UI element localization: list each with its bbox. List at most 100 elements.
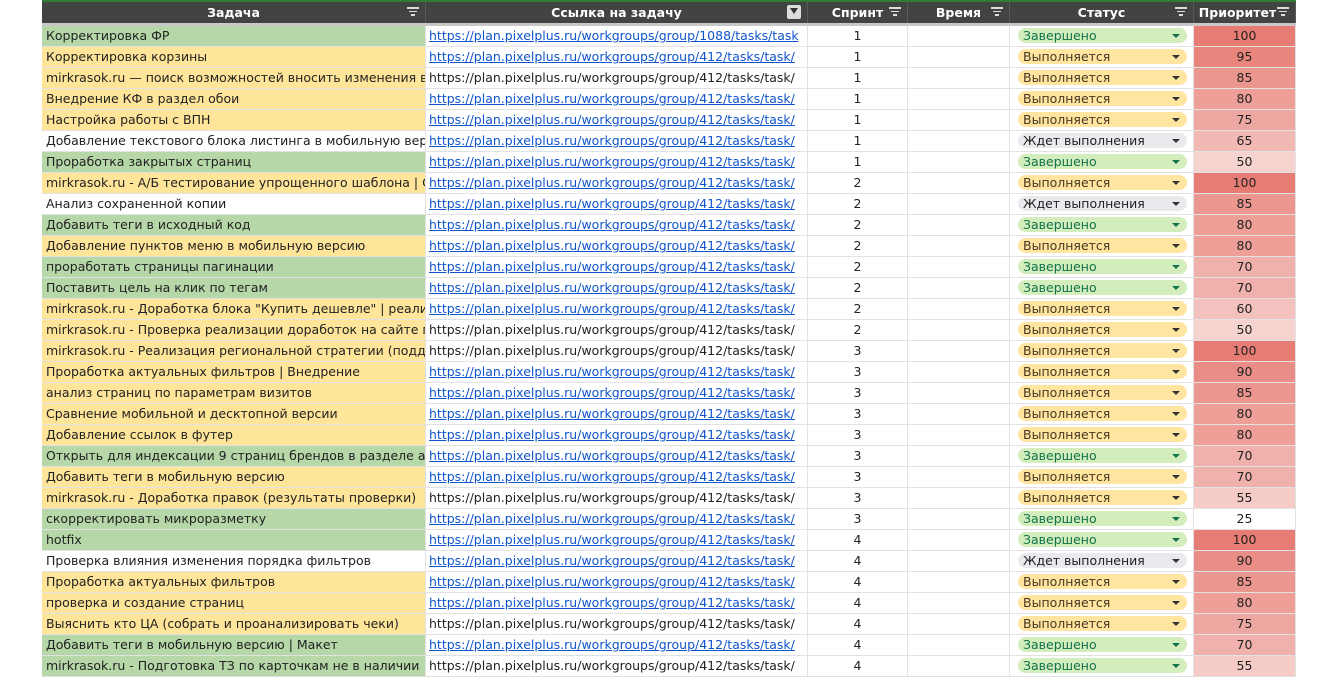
link-cell[interactable]: https://plan.pixelplus.ru/workgroups/gro… bbox=[426, 299, 808, 319]
priority-cell[interactable]: 70 bbox=[1194, 467, 1296, 487]
status-cell[interactable]: Завершено bbox=[1010, 446, 1194, 466]
task-cell[interactable]: Корректировка корзины bbox=[42, 47, 426, 67]
priority-cell[interactable]: 100 bbox=[1194, 530, 1296, 550]
priority-cell[interactable]: 50 bbox=[1194, 152, 1296, 172]
status-cell[interactable]: Выполняется bbox=[1010, 68, 1194, 88]
priority-cell[interactable]: 80 bbox=[1194, 593, 1296, 613]
time-cell[interactable] bbox=[908, 278, 1010, 298]
status-cell[interactable]: Выполняется bbox=[1010, 383, 1194, 403]
sprint-cell[interactable]: 3 bbox=[808, 509, 908, 529]
sprint-cell[interactable]: 4 bbox=[808, 614, 908, 634]
time-cell[interactable] bbox=[908, 89, 1010, 109]
status-cell[interactable]: Завершено bbox=[1010, 530, 1194, 550]
link-cell[interactable]: https://plan.pixelplus.ru/workgroups/gro… bbox=[426, 593, 808, 613]
task-link[interactable]: https://plan.pixelplus.ru/workgroups/gro… bbox=[429, 469, 795, 484]
time-cell[interactable] bbox=[908, 26, 1010, 46]
task-cell[interactable]: Проверка влияния изменения порядка фильт… bbox=[42, 551, 426, 571]
task-cell[interactable]: Добавить теги в исходный код bbox=[42, 215, 426, 235]
task-cell[interactable]: Анализ сохраненной копии bbox=[42, 194, 426, 214]
status-dropdown[interactable]: Выполняется bbox=[1018, 595, 1187, 610]
status-cell[interactable]: Выполняется bbox=[1010, 593, 1194, 613]
sprint-cell[interactable]: 3 bbox=[808, 488, 908, 508]
time-cell[interactable] bbox=[908, 572, 1010, 592]
filter-icon[interactable] bbox=[1175, 7, 1187, 17]
sprint-cell[interactable]: 4 bbox=[808, 551, 908, 571]
link-cell[interactable]: https://plan.pixelplus.ru/workgroups/gro… bbox=[426, 89, 808, 109]
task-link[interactable]: https://plan.pixelplus.ru/workgroups/gro… bbox=[429, 112, 795, 127]
time-cell[interactable] bbox=[908, 614, 1010, 634]
status-dropdown[interactable]: Завершено bbox=[1018, 637, 1187, 652]
sprint-cell[interactable]: 3 bbox=[808, 404, 908, 424]
time-cell[interactable] bbox=[908, 152, 1010, 172]
link-cell[interactable]: https://plan.pixelplus.ru/workgroups/gro… bbox=[426, 551, 808, 571]
status-dropdown[interactable]: Завершено bbox=[1018, 217, 1187, 232]
sprint-cell[interactable]: 2 bbox=[808, 299, 908, 319]
time-cell[interactable] bbox=[908, 383, 1010, 403]
task-cell[interactable]: Добавление ссылок в футер bbox=[42, 425, 426, 445]
priority-cell[interactable]: 80 bbox=[1194, 215, 1296, 235]
sprint-cell[interactable]: 4 bbox=[808, 656, 908, 676]
status-dropdown[interactable]: Выполняется bbox=[1018, 49, 1187, 64]
task-cell[interactable]: Выяснить кто ЦА (собрать и проанализиров… bbox=[42, 614, 426, 634]
status-cell[interactable]: Выполняется bbox=[1010, 173, 1194, 193]
task-link[interactable]: https://plan.pixelplus.ru/workgroups/gro… bbox=[429, 175, 795, 190]
status-dropdown[interactable]: Завершено bbox=[1018, 658, 1187, 673]
status-dropdown[interactable]: Выполняется bbox=[1018, 175, 1187, 190]
time-cell[interactable] bbox=[908, 320, 1010, 340]
status-cell[interactable]: Выполняется bbox=[1010, 89, 1194, 109]
priority-cell[interactable]: 75 bbox=[1194, 110, 1296, 130]
status-dropdown[interactable]: Завершено bbox=[1018, 259, 1187, 274]
status-cell[interactable]: Выполняется bbox=[1010, 362, 1194, 382]
sprint-cell[interactable]: 4 bbox=[808, 530, 908, 550]
time-cell[interactable] bbox=[908, 593, 1010, 613]
task-cell[interactable]: Поставить цель на клик по тегам bbox=[42, 278, 426, 298]
status-dropdown[interactable]: Завершено bbox=[1018, 448, 1187, 463]
link-cell[interactable]: https://plan.pixelplus.ru/workgroups/gro… bbox=[426, 635, 808, 655]
sprint-cell[interactable]: 1 bbox=[808, 89, 908, 109]
task-cell[interactable]: mirkrasok.ru — поиск возможностей вносит… bbox=[42, 68, 426, 88]
link-cell[interactable]: https://plan.pixelplus.ru/workgroups/gro… bbox=[426, 341, 808, 361]
priority-cell[interactable]: 70 bbox=[1194, 446, 1296, 466]
link-cell[interactable]: https://plan.pixelplus.ru/workgroups/gro… bbox=[426, 509, 808, 529]
task-link[interactable]: https://plan.pixelplus.ru/workgroups/gro… bbox=[429, 301, 795, 316]
status-dropdown[interactable]: Выполняется bbox=[1018, 91, 1187, 106]
sprint-cell[interactable]: 1 bbox=[808, 26, 908, 46]
status-dropdown[interactable]: Ждет выполнения bbox=[1018, 133, 1187, 148]
status-dropdown[interactable]: Выполняется bbox=[1018, 112, 1187, 127]
time-cell[interactable] bbox=[908, 467, 1010, 487]
status-cell[interactable]: Завершено bbox=[1010, 257, 1194, 277]
time-cell[interactable] bbox=[908, 299, 1010, 319]
status-cell[interactable]: Выполняется bbox=[1010, 320, 1194, 340]
sprint-cell[interactable]: 3 bbox=[808, 383, 908, 403]
priority-cell[interactable]: 80 bbox=[1194, 425, 1296, 445]
time-cell[interactable] bbox=[908, 110, 1010, 130]
time-cell[interactable] bbox=[908, 68, 1010, 88]
task-cell[interactable]: mirkrasok.ru - Проверка реализации дораб… bbox=[42, 320, 426, 340]
priority-cell[interactable]: 85 bbox=[1194, 572, 1296, 592]
task-cell[interactable]: hotfix bbox=[42, 530, 426, 550]
status-cell[interactable]: Завершено bbox=[1010, 278, 1194, 298]
sprint-cell[interactable]: 2 bbox=[808, 278, 908, 298]
priority-cell[interactable]: 100 bbox=[1194, 341, 1296, 361]
priority-cell[interactable]: 100 bbox=[1194, 26, 1296, 46]
task-cell[interactable]: скорректировать микроразметку bbox=[42, 509, 426, 529]
status-dropdown[interactable]: Завершено bbox=[1018, 511, 1187, 526]
task-cell[interactable]: Добавление пунктов меню в мобильную верс… bbox=[42, 236, 426, 256]
task-link[interactable]: https://plan.pixelplus.ru/workgroups/gro… bbox=[429, 364, 795, 379]
time-cell[interactable] bbox=[908, 404, 1010, 424]
status-dropdown[interactable]: Выполняется bbox=[1018, 238, 1187, 253]
status-dropdown[interactable]: Выполняется bbox=[1018, 574, 1187, 589]
task-link[interactable]: https://plan.pixelplus.ru/workgroups/gro… bbox=[429, 196, 795, 211]
sprint-cell[interactable]: 1 bbox=[808, 47, 908, 67]
time-cell[interactable] bbox=[908, 488, 1010, 508]
link-cell[interactable]: https://plan.pixelplus.ru/workgroups/gro… bbox=[426, 362, 808, 382]
status-dropdown[interactable]: Выполняется bbox=[1018, 70, 1187, 85]
time-cell[interactable] bbox=[908, 551, 1010, 571]
priority-cell[interactable]: 85 bbox=[1194, 68, 1296, 88]
task-cell[interactable]: mirkrasok.ru - Доработка блока "Купить д… bbox=[42, 299, 426, 319]
sprint-cell[interactable]: 1 bbox=[808, 152, 908, 172]
task-link[interactable]: https://plan.pixelplus.ru/workgroups/gro… bbox=[429, 448, 795, 463]
task-cell[interactable]: проработать страницы пагинации bbox=[42, 257, 426, 277]
link-cell[interactable]: https://plan.pixelplus.ru/workgroups/gro… bbox=[426, 278, 808, 298]
sprint-cell[interactable]: 4 bbox=[808, 593, 908, 613]
